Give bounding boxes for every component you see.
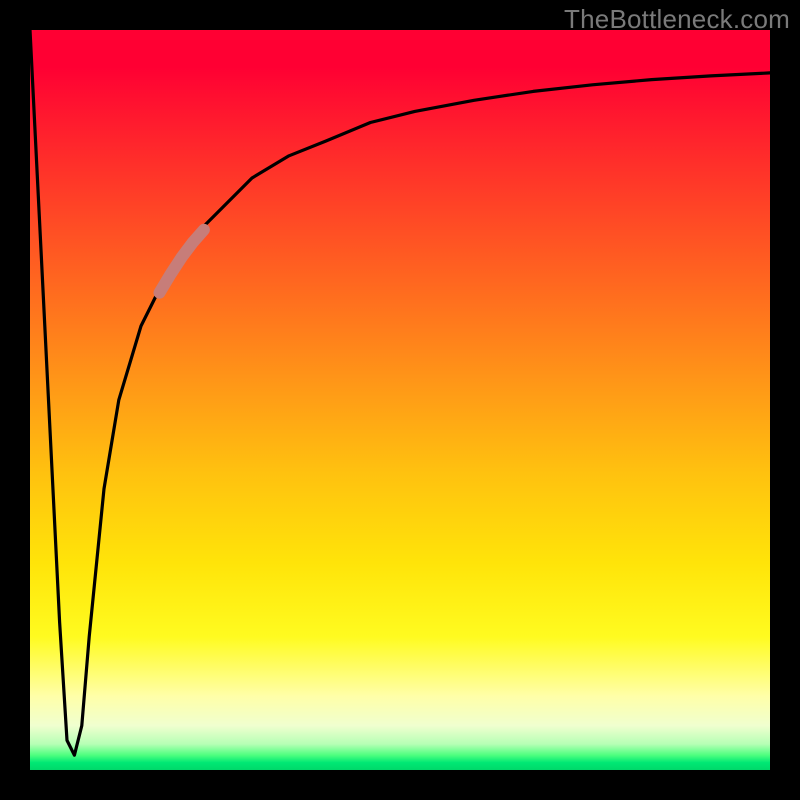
highlight-segment [160,230,204,293]
plot-area [30,30,770,770]
bottleneck-curve [30,30,770,755]
curve-layer [30,30,770,770]
watermark-text: TheBottleneck.com [564,4,790,35]
chart-frame: TheBottleneck.com [0,0,800,800]
